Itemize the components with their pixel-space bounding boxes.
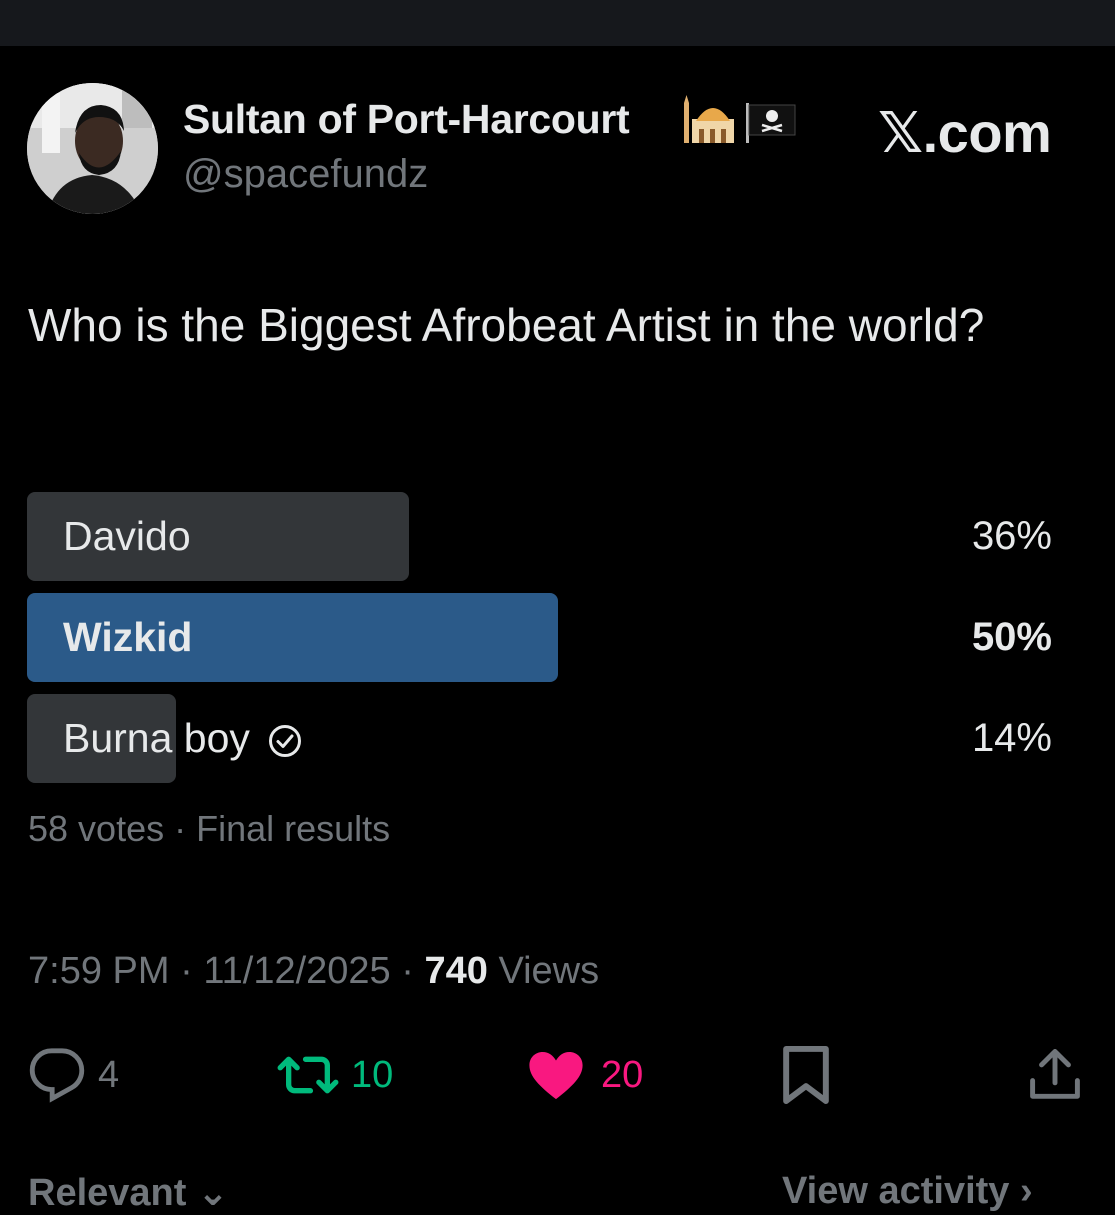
- views-count: 740: [424, 950, 488, 992]
- pirate-flag-emoji-icon: [746, 103, 796, 143]
- reply-count: 4: [98, 1053, 120, 1096]
- poll-option-label: Burna boy: [63, 715, 250, 761]
- poll-option-wizkid: Wizkid 50%: [27, 593, 1052, 682]
- poll-option-label-wrap: Burna boy: [63, 694, 302, 783]
- repost-count: 10: [351, 1053, 394, 1096]
- poll-option-burna-boy: Burna boy 14%: [27, 694, 1052, 783]
- repost-icon: [277, 1056, 339, 1094]
- reply-icon: [29, 1048, 85, 1103]
- reply-button[interactable]: 4: [28, 1042, 119, 1108]
- poll-option-percent: 50%: [971, 615, 1052, 659]
- poll-option-davido: Davido 36%: [27, 492, 1052, 581]
- bookmark-icon: [783, 1045, 829, 1105]
- chevron-right-icon: ›: [1009, 1170, 1033, 1212]
- like-button[interactable]: 20: [527, 1042, 643, 1108]
- repost-button[interactable]: 10: [275, 1042, 393, 1108]
- poll-option-label: Wizkid: [63, 614, 193, 660]
- author-handle[interactable]: @spacefundz: [183, 152, 428, 197]
- avatar-photo: [27, 83, 158, 214]
- chevron-down-icon: ⌄: [186, 1172, 229, 1214]
- mosque-emoji-icon: [684, 95, 734, 143]
- poll-option-percent: 14%: [971, 716, 1052, 760]
- avatar[interactable]: [27, 83, 158, 214]
- profile-emojis: [682, 95, 798, 147]
- view-activity-label: View activity: [782, 1170, 1010, 1212]
- view-activity-link[interactable]: View activity ›: [782, 1170, 1033, 1213]
- brand-watermark: 𝕏.com: [878, 101, 1052, 164]
- voted-check-icon: [268, 725, 301, 758]
- sort-relevant-button[interactable]: Relevant ⌄: [28, 1170, 229, 1215]
- poll-meta: 58 votes · Final results: [28, 808, 391, 849]
- poll-option-percent: 36%: [971, 514, 1052, 558]
- share-button[interactable]: [1028, 1042, 1082, 1108]
- heart-icon: [529, 1052, 583, 1100]
- sort-label: Relevant: [28, 1172, 187, 1214]
- tweet-time[interactable]: 7:59 PM: [28, 950, 170, 992]
- tweet-timestamp[interactable]: 7:59 PM · 11/12/2025 · 740 Views: [28, 950, 599, 993]
- author-display-name[interactable]: Sultan of Port-Harcourt: [183, 96, 630, 143]
- share-icon: [1030, 1049, 1080, 1099]
- poll-option-label: Davido: [63, 513, 191, 559]
- bookmark-button[interactable]: [781, 1042, 831, 1108]
- like-count: 20: [601, 1053, 644, 1096]
- status-bar: [0, 0, 1115, 46]
- tweet-date[interactable]: 11/12/2025: [203, 950, 390, 992]
- views-label: Views: [498, 950, 600, 992]
- tweet-text: Who is the Biggest Afrobeat Artist in th…: [28, 299, 985, 351]
